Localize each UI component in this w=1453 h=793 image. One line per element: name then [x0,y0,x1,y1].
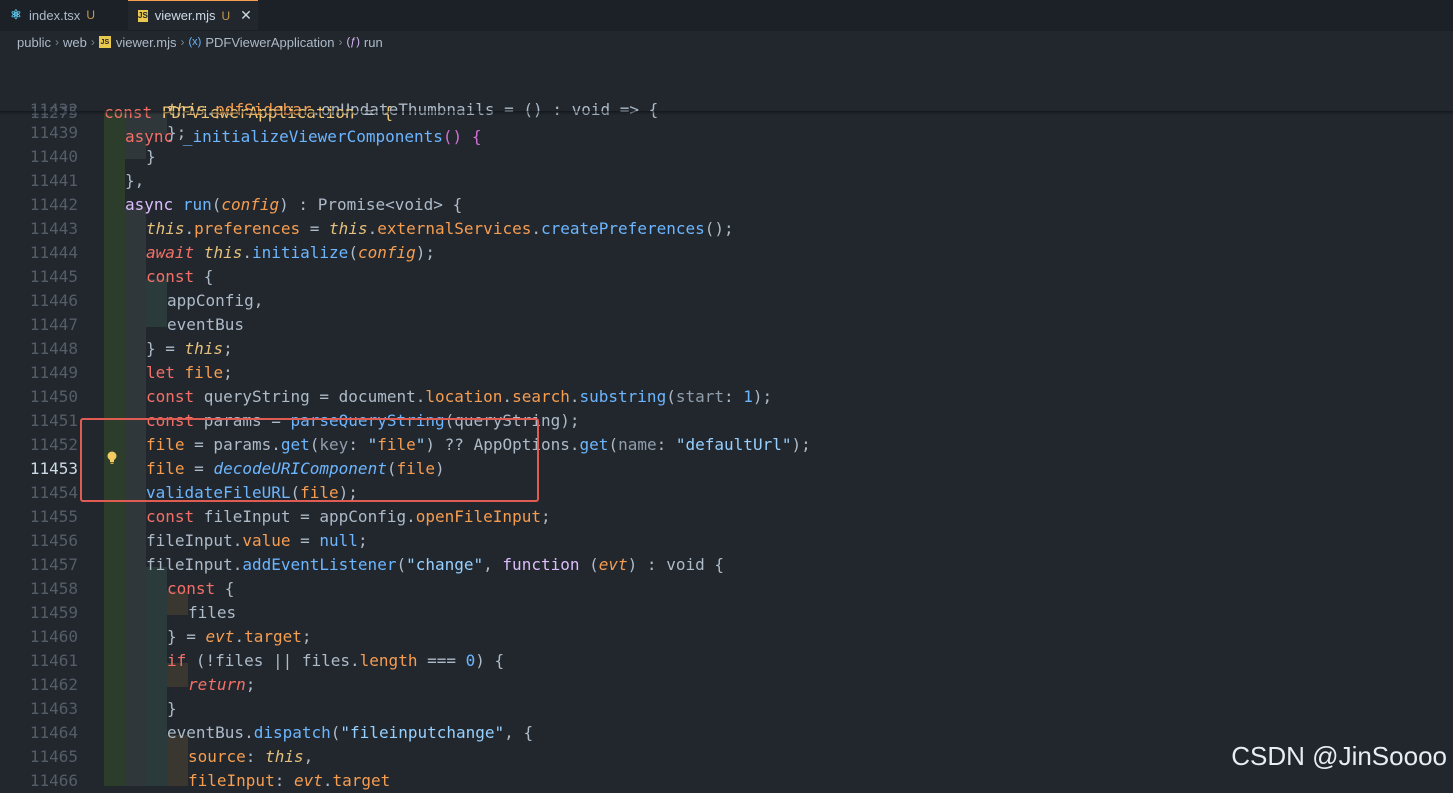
line-number: 11463 [29,699,78,718]
code-line-row[interactable]: 11443 this.preferences = this.externalSer… [0,217,1453,241]
chevron-right-icon: › [180,35,185,49]
tab-label: index.tsx [29,7,81,23]
code-text: eventBus.dispatch("fileinputchange", { [167,723,534,742]
line-number: 11450 [29,387,78,406]
breadcrumb: public › web › JS viewer.mjs › (x) PDFVi… [0,31,1453,53]
function-symbol-icon: (ƒ) [346,36,360,48]
lightbulb-icon[interactable] [106,451,118,465]
code-line-row[interactable]: 11450 const queryString = document.locati… [0,385,1453,409]
line-number: 11448 [29,339,78,358]
line-number: 11452 [29,435,78,454]
react-icon: ⚛ [10,7,22,22]
code-line-row[interactable]: 11466 fileInput: evt.target [0,769,1453,793]
javascript-file-icon: JS [98,36,111,48]
tab-status-badge: U [221,8,231,23]
code-line-row[interactable]: 11457 fileInput.addEventListener("change"… [0,553,1453,577]
line-number: 11455 [29,507,78,526]
code-text: } [167,699,177,718]
breadcrumb-item-file[interactable]: viewer.mjs [116,35,177,50]
code-line-row[interactable]: 11441}, [0,169,1453,193]
code-line-row[interactable]: 11461 if (!files || files.length === 0) { [0,649,1453,673]
code-line-row[interactable]: 11449 let file; [0,361,1453,385]
code-text: const { [146,267,214,286]
breadcrumb-item-web[interactable]: web [63,35,87,50]
code-editor[interactable]: 11131 const PDFViewerApplication = { 112… [0,53,1453,790]
code-text: fileInput: evt.target [188,771,391,790]
breadcrumb-item-public[interactable]: public [17,35,51,50]
code-text: let file; [146,363,233,382]
line-number: 11466 [29,771,78,790]
code-line-row[interactable]: 11462 return; [0,673,1453,697]
breadcrumb-item-function[interactable]: run [364,35,383,50]
line-number: 11457 [29,555,78,574]
sticky-line[interactable]: 11275 async _initializeViewerComponents(… [0,77,1453,146]
line-number: 11456 [29,531,78,550]
code-text: }, [125,171,145,190]
editor-tab-bar: ⚛ index.tsx U JS viewer.mjs U ✕ [0,0,1453,31]
watermark: CSDN @JinSoooo [1231,741,1447,771]
code-line-row[interactable]: 11446 appConfig, [0,289,1453,313]
tab-status-badge: U [86,8,95,22]
tab-index-tsx[interactable]: ⚛ index.tsx U [0,0,128,30]
highlight-box [80,418,539,502]
variable-symbol-icon: (x) [188,36,202,48]
code-line-row[interactable]: 11445 const { [0,265,1453,289]
code-text: source: this, [188,747,314,766]
line-number: 11443 [29,219,78,238]
sticky-shadow [0,111,1453,115]
breadcrumb-item-object[interactable]: PDFViewerApplication [205,35,334,50]
code-line-row[interactable]: 11463} [0,697,1453,721]
code-text: fileInput.value = null; [146,531,368,550]
sticky-line[interactable]: 11131 const PDFViewerApplication = { [0,53,1453,122]
code-text: if (!files || files.length === 0) { [167,651,505,670]
code-text: return; [188,675,256,694]
close-icon[interactable]: ✕ [240,7,252,24]
code-line-row[interactable]: 11456 fileInput.value = null; [0,529,1453,553]
code-line-row[interactable]: 11460 } = evt.target; [0,625,1453,649]
code-line-row[interactable]: 11458 const { [0,577,1453,601]
code-line: async _initializeViewerComponents() { [125,127,482,146]
code-text: const fileInput = appConfig.openFileInpu… [146,507,551,526]
javascript-file-icon: JS [138,9,148,22]
chevron-right-icon: › [338,35,343,49]
line-number: 11465 [29,747,78,766]
code-line-row[interactable]: 11448 } = this; [0,337,1453,361]
line-number: 11445 [29,267,78,286]
line-number: 11453 [29,459,78,478]
code-text: fileInput.addEventListener("change", fun… [146,555,724,574]
line-number: 11444 [29,243,78,262]
code-text: const { [167,579,235,598]
line-number: 11442 [29,195,78,214]
code-line-row[interactable]: 11444 await this.initialize(config); [0,241,1453,265]
tab-viewer-mjs[interactable]: JS viewer.mjs U ✕ [128,0,258,30]
code-text: } = this; [146,339,233,358]
code-line-row[interactable]: 11459 files [0,601,1453,625]
code-line-row[interactable]: 11455 const fileInput = appConfig.openFil… [0,505,1453,529]
line-number: 11461 [29,651,78,670]
line-number: 11464 [29,723,78,742]
line-number: 11462 [29,675,78,694]
code-line-row[interactable]: 11442 async run(config) : Promise<void> { [0,193,1453,217]
code-line-row[interactable]: 11447 eventBus [0,313,1453,337]
line-number: 11458 [29,579,78,598]
code-text: async run(config) : Promise<void> { [125,195,463,214]
line-number: 11460 [29,627,78,646]
code-text: appConfig, [167,291,264,310]
chevron-right-icon: › [54,35,59,49]
code-text: files [188,603,237,622]
line-number: 11451 [29,411,78,430]
line-number: 11454 [29,483,78,502]
line-number: 11447 [29,315,78,334]
code-text: } = evt.target; [167,627,312,646]
tab-label: viewer.mjs [154,8,216,23]
line-number: 11459 [29,603,78,622]
line-number: 11446 [29,291,78,310]
chevron-right-icon: › [90,35,95,49]
code-text: this.preferences = this.externalServices… [146,219,734,238]
line-number: 11449 [29,363,78,382]
code-text: eventBus [167,315,245,334]
code-text: await this.initialize(config); [146,243,436,262]
code-text: const queryString = document.location.se… [146,387,773,406]
